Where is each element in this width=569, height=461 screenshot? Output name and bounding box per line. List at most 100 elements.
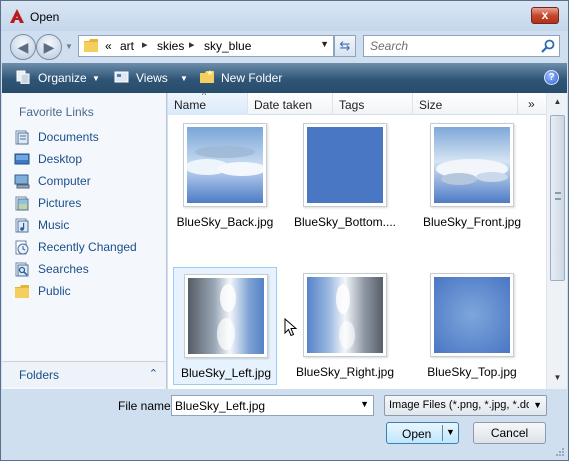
file-thumbnail	[184, 274, 268, 358]
folders-toggle[interactable]: Folders ⌃	[2, 361, 166, 387]
file-name-combobox[interactable]: BlueSky_Left.jpg ▼	[171, 395, 374, 416]
column-name[interactable]: ^ Name	[168, 90, 248, 115]
column-label: Name	[174, 98, 207, 112]
scroll-up-icon[interactable]: ▲	[550, 95, 565, 109]
command-toolbar: Organize ▼ Views ▼ New Folder ?	[2, 63, 567, 93]
file-type-value: Image Files (*.png, *.jpg, *.dds	[389, 399, 529, 411]
searches-icon	[15, 262, 29, 277]
favorite-music[interactable]: Music	[14, 216, 164, 236]
column-tags[interactable]: Tags	[333, 93, 413, 115]
file-thumbnail	[430, 123, 514, 207]
documents-icon	[15, 130, 29, 145]
scrollbar-thumb[interactable]	[550, 115, 565, 281]
breadcrumb-overflow[interactable]: «	[105, 39, 112, 53]
search-icon[interactable]	[541, 39, 555, 53]
close-icon: x	[541, 8, 549, 22]
new-folder-icon	[200, 70, 214, 83]
resize-grip-icon[interactable]	[555, 447, 565, 457]
file-thumbnail	[430, 273, 514, 357]
file-type-select[interactable]: Image Files (*.png, *.jpg, *.dds ▼	[384, 395, 547, 416]
column-label: Size	[419, 98, 443, 112]
breadcrumb-separator[interactable]: ▸	[142, 38, 148, 51]
forward-arrow-icon: ▶	[43, 39, 55, 55]
split-divider	[442, 425, 443, 441]
file-thumbnail	[303, 273, 387, 357]
skybox-top-preview	[434, 277, 510, 353]
new-folder-button[interactable]: New Folder	[221, 71, 282, 85]
recently-changed-icon	[15, 240, 29, 255]
file-item[interactable]: BlueSky_Bottom....	[293, 117, 397, 235]
breadcrumb-skies[interactable]: skies	[157, 39, 184, 53]
skybox-back-preview	[187, 127, 263, 203]
favorite-recently-changed[interactable]: Recently Changed	[14, 238, 164, 258]
more-columns-icon[interactable]: »	[528, 97, 535, 111]
favorite-computer[interactable]: Computer	[14, 172, 164, 192]
organize-button[interactable]: Organize	[38, 71, 87, 85]
file-name: BlueSky_Back.jpg	[176, 215, 274, 229]
file-item[interactable]: BlueSky_Back.jpg	[173, 117, 277, 235]
column-size[interactable]: Size	[413, 93, 518, 115]
recent-pages-dropdown[interactable]: ▼	[65, 42, 73, 51]
file-name: BlueSky_Left.jpg	[180, 366, 272, 380]
folders-label: Folders	[19, 368, 60, 382]
file-name: BlueSky_Top.jpg	[427, 365, 517, 379]
file-thumbnail	[183, 123, 267, 207]
file-item-selected[interactable]: BlueSky_Left.jpg	[173, 267, 277, 385]
skybox-front-preview	[434, 127, 510, 203]
favorite-label: Recently Changed	[38, 240, 137, 254]
file-list: ^ Name Date taken Tags Size » BlueSky_Ba…	[168, 90, 567, 389]
address-bar[interactable]: « art ▸ skies ▸ sky_blue ▼	[78, 35, 334, 57]
refresh-button[interactable]: ⇆	[334, 35, 356, 57]
help-button[interactable]: ?	[544, 70, 559, 85]
file-thumbnail	[303, 123, 387, 207]
open-button-label: Open	[402, 427, 432, 441]
column-date-taken[interactable]: Date taken	[248, 93, 333, 115]
favorite-documents[interactable]: Documents	[14, 128, 164, 148]
title-bar[interactable]: Open x	[1, 1, 568, 31]
file-item[interactable]: BlueSky_Right.jpg	[293, 267, 397, 385]
organize-icon	[16, 70, 30, 84]
back-button[interactable]: ◀	[10, 34, 36, 60]
views-icon	[114, 71, 129, 83]
file-name-label: File name:	[118, 399, 175, 413]
scroll-down-icon[interactable]: ▼	[550, 371, 565, 385]
favorite-label: Documents	[38, 130, 99, 144]
file-type-dropdown-icon[interactable]: ▼	[533, 400, 542, 410]
file-item[interactable]: BlueSky_Front.jpg	[420, 117, 524, 235]
file-name-value[interactable]: BlueSky_Left.jpg	[175, 399, 265, 413]
back-arrow-icon: ◀	[17, 39, 29, 55]
address-dropdown-icon[interactable]: ▼	[320, 39, 329, 49]
file-item[interactable]: BlueSky_Top.jpg	[420, 267, 524, 385]
folder-icon	[84, 39, 98, 52]
search-input[interactable]	[368, 38, 533, 54]
open-options-dropdown-icon[interactable]: ▼	[446, 427, 455, 437]
file-name: BlueSky_Right.jpg	[295, 365, 395, 379]
chevron-up-icon: ⌃	[148, 368, 158, 380]
favorite-desktop[interactable]: Desktop	[14, 150, 164, 170]
help-icon: ?	[548, 72, 555, 83]
open-button[interactable]: Open ▼	[386, 422, 459, 444]
favorite-pictures[interactable]: Pictures	[14, 194, 164, 214]
computer-icon	[14, 174, 30, 189]
favorite-links-header: Favorite Links	[19, 105, 94, 119]
favorite-searches[interactable]: Searches	[14, 260, 164, 280]
search-box[interactable]	[363, 35, 560, 57]
forward-button[interactable]: ▶	[36, 34, 62, 60]
favorite-label: Computer	[38, 174, 91, 188]
column-label: Date taken	[254, 98, 313, 112]
organize-dropdown-icon[interactable]: ▼	[92, 74, 100, 83]
breadcrumb-sky-blue[interactable]: sky_blue	[204, 39, 251, 53]
breadcrumb-separator[interactable]: ▸	[189, 38, 195, 51]
cancel-button[interactable]: Cancel	[473, 422, 546, 444]
file-name: BlueSky_Bottom....	[293, 215, 397, 229]
mouse-cursor-icon	[284, 318, 297, 337]
breadcrumb-art[interactable]: art	[120, 39, 134, 53]
views-button[interactable]: Views	[136, 71, 168, 85]
file-name-dropdown-icon[interactable]: ▼	[360, 399, 369, 409]
skybox-bottom-preview	[307, 127, 383, 203]
refresh-icon: ⇆	[339, 38, 351, 53]
vertical-scrollbar[interactable]: ▲ ▼	[546, 93, 567, 389]
views-dropdown-icon[interactable]: ▼	[180, 74, 188, 83]
close-button[interactable]: x	[531, 7, 559, 24]
favorite-public[interactable]: Public	[14, 282, 164, 302]
